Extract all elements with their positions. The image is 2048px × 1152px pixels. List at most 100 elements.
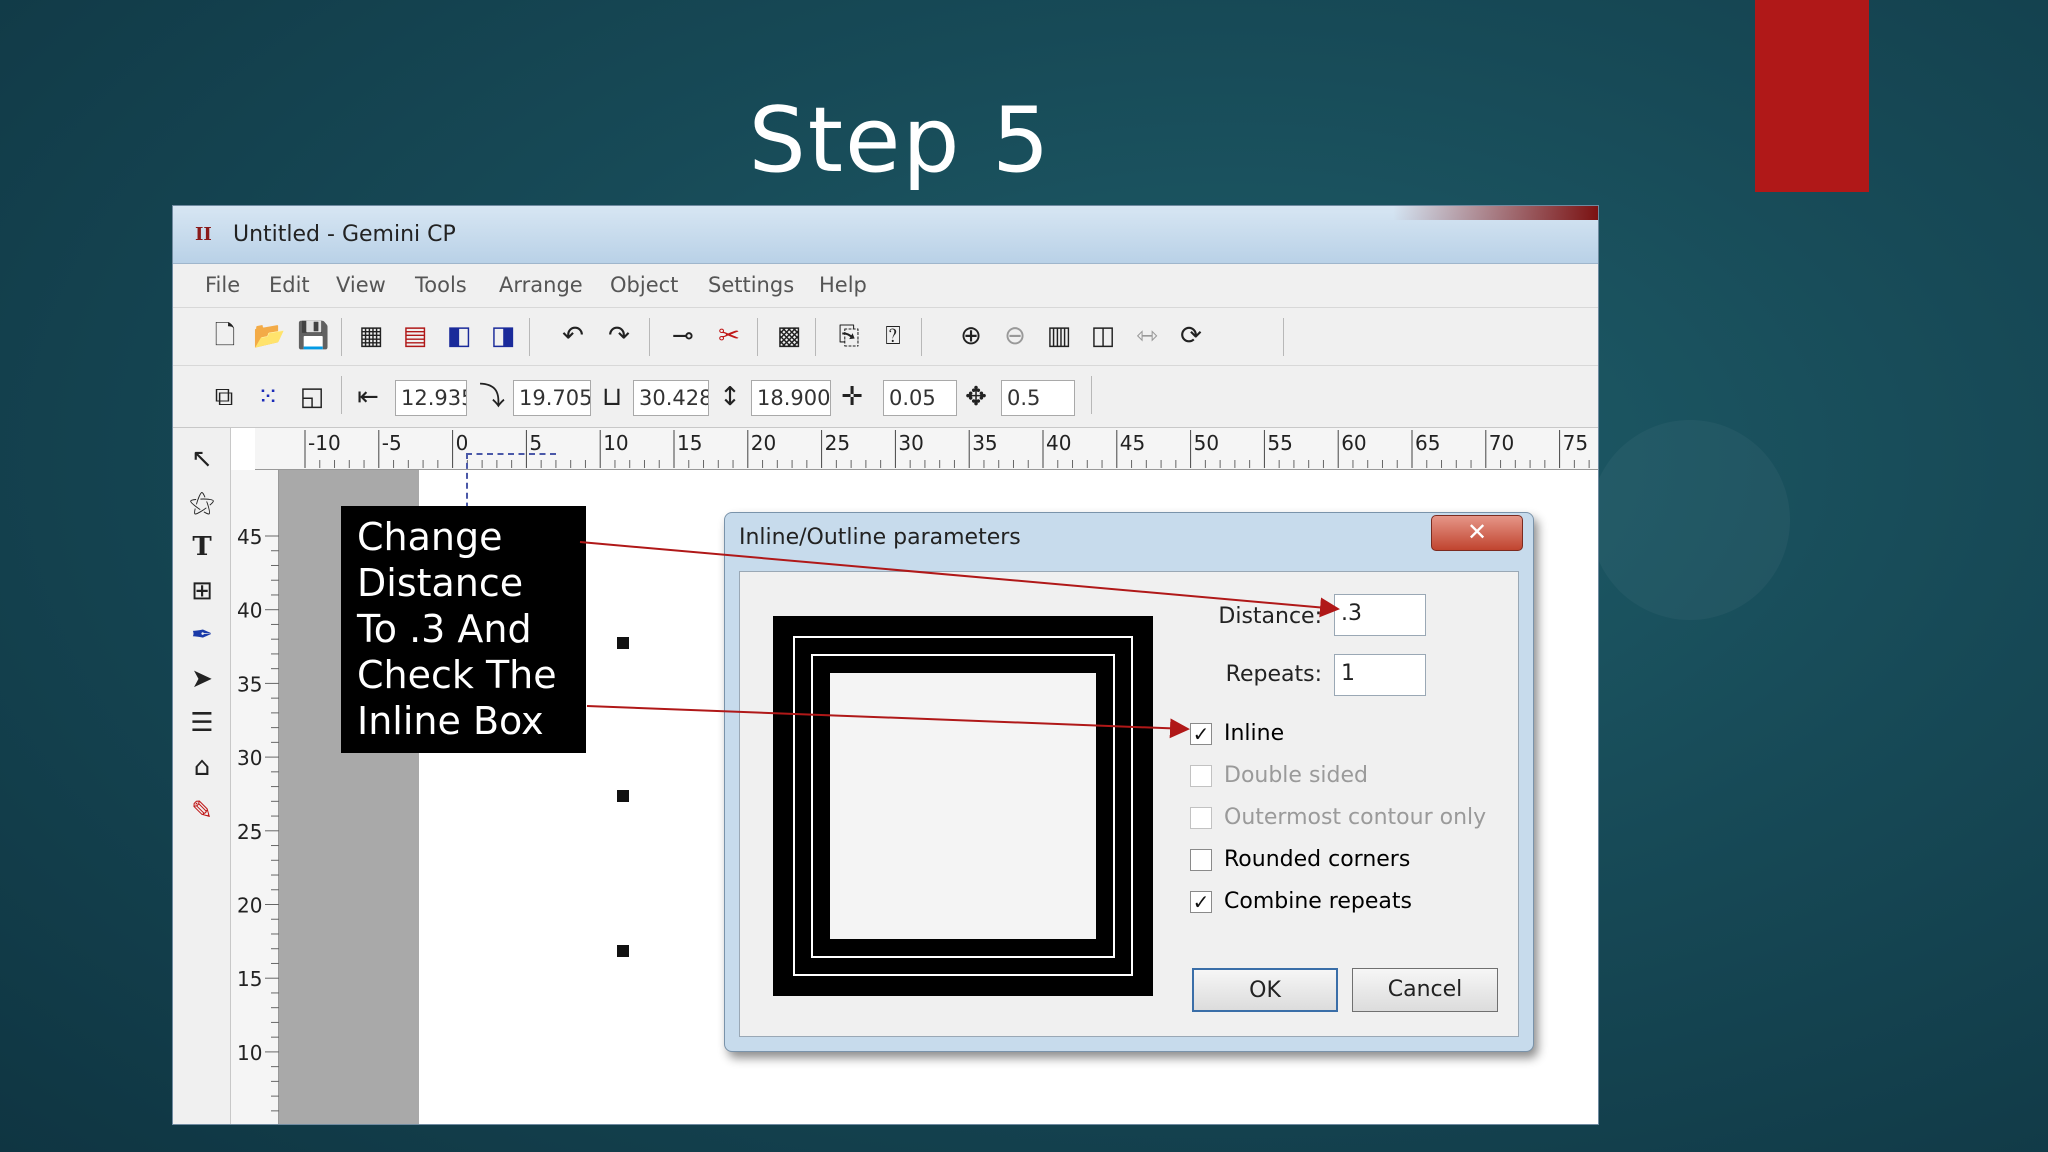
double-sided-checkbox-label: Double sided (1224, 763, 1368, 788)
width-input[interactable]: 30.428 (633, 380, 709, 416)
select-arrow-icon[interactable]: ↖ (185, 442, 219, 476)
menu-help[interactable]: Help (819, 273, 867, 297)
cancel-button[interactable]: Cancel (1352, 968, 1498, 1012)
outermost-contour-checkbox[interactable] (1190, 807, 1212, 829)
distance-input[interactable]: .3 (1334, 594, 1426, 636)
vertical-ruler-ticks: 45 40 35 30 25 20 15 10 (237, 525, 279, 1112)
zoom-width-icon[interactable]: ◫ (1087, 320, 1119, 352)
node-edit-icon[interactable]: ⊞ (185, 574, 219, 608)
refresh-icon[interactable]: ⟳ (1175, 320, 1207, 352)
align-middle-icon[interactable]: ▤ (399, 320, 431, 352)
selection-handle[interactable] (617, 790, 629, 802)
ruler-label: -10 (308, 431, 341, 455)
ruler-label: 35 (237, 672, 262, 696)
lines-icon[interactable]: ☰ (185, 706, 219, 740)
instruction-callout: Change Distance To .3 And Check The Inli… (341, 506, 586, 753)
zoom-in-icon[interactable]: ⊕ (955, 320, 987, 352)
rounded-corners-checkbox[interactable] (1190, 849, 1212, 871)
undo-icon[interactable]: ↶ (557, 320, 589, 352)
double-sided-checkbox[interactable] (1190, 765, 1212, 787)
combine-repeats-checkbox[interactable]: ✓ (1190, 891, 1212, 913)
fit-icon[interactable]: ⇿ (1131, 320, 1163, 352)
toolbar-separator (757, 318, 758, 356)
y-position-icon: ⤵ (478, 382, 505, 412)
ruler-label: 75 (1563, 431, 1588, 455)
grid-icon[interactable]: ▩ (773, 320, 805, 352)
ruler-label: 50 (1194, 431, 1219, 455)
open-folder-icon[interactable]: 📂 (253, 320, 285, 352)
ruler-label: 15 (237, 967, 262, 991)
callout-line: Change (357, 515, 503, 559)
toolbar-separator (921, 318, 922, 356)
close-button[interactable]: ✕ (1431, 515, 1523, 551)
menu-tools[interactable]: Tools (415, 273, 467, 297)
pointer-icon[interactable]: ➤ (185, 662, 219, 696)
align-left-icon[interactable]: ◧ (443, 320, 475, 352)
help-pointer-icon[interactable]: ⍰ (877, 320, 909, 352)
x-position-input[interactable]: 12.935 (395, 380, 467, 416)
width-icon: ⊔ (601, 382, 623, 412)
eyedropper-icon[interactable]: ✎ (185, 794, 219, 828)
horizontal-ruler: -10 -5 0 5 10 15 20 25 30 35 40 45 50 55 60 65 70 75 (255, 428, 1598, 470)
selection-handle[interactable] (617, 945, 629, 957)
window-titlebar[interactable]: II Untitled - Gemini CP (173, 206, 1598, 264)
ruler-label: 20 (237, 894, 262, 918)
height-input[interactable]: 18.900 (751, 380, 831, 416)
combine-repeats-checkbox-label: Combine repeats (1224, 889, 1412, 914)
snap-grid-icon[interactable]: ⁙ (253, 380, 283, 414)
distance-label: Distance: (1218, 604, 1322, 629)
toolbar-separator (815, 318, 816, 356)
ruler-label: 40 (1046, 431, 1071, 455)
x-position-icon: ⇤ (357, 382, 379, 412)
zoom-out-icon[interactable]: ⊖ (999, 320, 1031, 352)
nudge-input[interactable]: 0.05 (883, 380, 957, 416)
save-icon[interactable]: 💾 (297, 320, 329, 352)
preview-inner-square (830, 673, 1096, 939)
inline-checkbox-label: Inline (1224, 721, 1285, 746)
ruler-label: 70 (1489, 431, 1514, 455)
menu-settings[interactable]: Settings (708, 273, 794, 297)
toolbar-separator (529, 318, 530, 356)
ok-button[interactable]: OK (1192, 968, 1338, 1012)
perspective-icon[interactable]: ⌂ (185, 750, 219, 784)
new-file-icon[interactable]: 🗋 (209, 320, 241, 352)
ruler-label: 10 (237, 1041, 262, 1065)
redo-icon[interactable]: ↷ (603, 320, 635, 352)
bring-front-icon[interactable]: ⧉ (209, 380, 239, 414)
zoom-page-icon[interactable]: ▥ (1043, 320, 1075, 352)
menu-object[interactable]: Object (610, 273, 678, 297)
align-top-icon[interactable]: ▦ (355, 320, 387, 352)
ruler-label: 35 (972, 431, 997, 455)
red-accent-bar (1755, 0, 1869, 192)
menu-edit[interactable]: Edit (269, 273, 310, 297)
move-input[interactable]: 0.5 (1001, 380, 1075, 416)
ruler-label: 30 (898, 431, 923, 455)
page-setup-icon[interactable]: ⎘ (833, 320, 865, 352)
repeats-input[interactable]: 1 (1334, 654, 1426, 696)
corner-icon[interactable]: ◱ (297, 380, 327, 414)
weld-icon[interactable]: ⊸ (667, 320, 699, 352)
outline-preview (773, 616, 1153, 996)
text-tool-icon[interactable]: T (185, 530, 219, 564)
menu-arrange[interactable]: Arrange (499, 273, 583, 297)
align-right-icon[interactable]: ◨ (487, 320, 519, 352)
menu-file[interactable]: File (205, 273, 240, 297)
menu-view[interactable]: View (336, 273, 386, 297)
y-position-input[interactable]: 19.705 (513, 380, 591, 416)
pen-tool-icon[interactable]: ✒ (185, 618, 219, 652)
titlebar-shadow (1393, 206, 1598, 220)
move-icon: ✥ (965, 382, 987, 412)
ruler-label: 40 (237, 599, 262, 623)
ruler-label: 10 (603, 431, 628, 455)
app-icon: II (195, 224, 212, 245)
background-glow (1590, 420, 1790, 620)
selection-handle[interactable] (617, 637, 629, 649)
vertical-ruler: 45 40 35 30 25 20 15 10 (231, 470, 279, 1124)
ruler-label: 5 (529, 431, 542, 455)
inline-checkbox[interactable]: ✓ (1190, 723, 1212, 745)
ruler-label: 20 (751, 431, 776, 455)
dialog-title: Inline/Outline parameters (739, 525, 1021, 550)
inline-outline-dialog: Inline/Outline parameters ✕ Distance: .3… (724, 512, 1534, 1052)
cut-icon[interactable]: ✂ (713, 320, 745, 352)
shapes-icon[interactable]: ⚝ (185, 486, 219, 520)
